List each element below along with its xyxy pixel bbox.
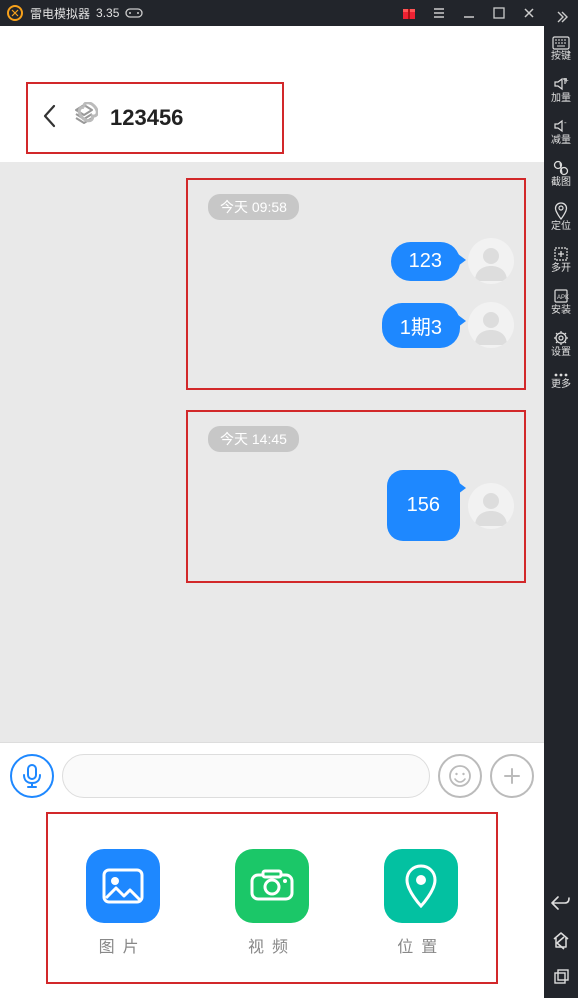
chat-inputbar <box>0 742 544 808</box>
chat-body[interactable]: 今天 09:58 123 1期3 今天 14:45 156 <box>0 162 544 742</box>
annotation-message-group-1: 今天 09:58 123 1期3 <box>186 178 526 390</box>
close-icon[interactable] <box>520 4 538 22</box>
emulator-sidebar: 按键 + 加量 - 减量 截图 定位 多开 APK 安装 设置 更多 <box>544 0 578 998</box>
contact-avatar-icon <box>70 102 98 135</box>
annotation-message-group-2: 今天 14:45 156 <box>186 410 526 583</box>
maximize-icon[interactable] <box>490 4 508 22</box>
attach-location-button[interactable]: 位置 <box>384 849 458 957</box>
sidebar-item-volumeup[interactable]: + 加量 <box>544 68 578 110</box>
message-row: 156 <box>198 470 514 541</box>
android-home-button[interactable] <box>552 932 570 953</box>
avatar[interactable] <box>468 238 514 284</box>
sidebar-item-label: 多开 <box>551 264 571 274</box>
emulator-titlebar: 雷电模拟器 3.35 <box>0 0 544 26</box>
attach-video-button[interactable]: 视频 <box>235 849 309 957</box>
attachment-panel: 图片 视频 位置 <box>0 808 544 998</box>
sidebar-item-keymap[interactable]: 按键 <box>544 28 578 68</box>
svg-text:APK: APK <box>557 295 569 301</box>
message-row: 1期3 <box>198 302 514 348</box>
sidebar-collapse-button[interactable] <box>544 6 578 28</box>
back-button[interactable] <box>42 103 58 134</box>
sidebar-item-label: 按键 <box>551 52 571 62</box>
chat-title: 123456 <box>110 105 183 131</box>
message-input[interactable] <box>62 754 430 798</box>
video-icon <box>235 849 309 923</box>
sidebar-item-label: 加量 <box>551 94 571 104</box>
menu-icon[interactable] <box>430 4 448 22</box>
sidebar-item-location[interactable]: 定位 <box>544 194 578 238</box>
sidebar-item-label: 截图 <box>551 178 571 188</box>
sidebar-item-screenshot[interactable]: 截图 <box>544 152 578 194</box>
android-recents-button[interactable] <box>553 969 569 990</box>
gamepad-icon[interactable] <box>125 4 143 22</box>
app-viewport: 123456 今天 09:58 123 1期3 今天 14:45 156 <box>0 26 544 998</box>
minimize-icon[interactable] <box>460 4 478 22</box>
avatar[interactable] <box>468 483 514 529</box>
timestamp: 今天 09:58 <box>208 194 299 220</box>
gift-icon[interactable] <box>400 4 418 22</box>
sidebar-item-label: 安装 <box>551 306 571 316</box>
svg-text:-: - <box>564 118 567 127</box>
message-bubble[interactable]: 123 <box>391 242 460 281</box>
sidebar-item-label: 设置 <box>551 348 571 358</box>
app-logo-icon <box>6 4 24 22</box>
chat-header: 123456 <box>0 26 544 162</box>
annotation-header-box: 123456 <box>26 82 284 154</box>
sidebar-item-label: 减量 <box>551 136 571 146</box>
attach-label: 图片 <box>99 933 147 957</box>
android-back-button[interactable] <box>551 895 571 916</box>
location-icon <box>384 849 458 923</box>
voice-button[interactable] <box>10 754 54 798</box>
emoji-button[interactable] <box>438 754 482 798</box>
sidebar-item-multi[interactable]: 多开 <box>544 238 578 280</box>
message-bubble[interactable]: 1期3 <box>382 303 460 348</box>
emulator-title: 雷电模拟器 <box>30 5 90 22</box>
sidebar-item-more[interactable]: 更多 <box>544 364 578 396</box>
timestamp: 今天 14:45 <box>208 426 299 452</box>
sidebar-item-settings[interactable]: 设置 <box>544 322 578 364</box>
attach-label: 位置 <box>397 933 445 957</box>
attach-label: 视频 <box>248 933 296 957</box>
sidebar-item-label: 更多 <box>551 380 571 390</box>
avatar[interactable] <box>468 302 514 348</box>
plus-button[interactable] <box>490 754 534 798</box>
sidebar-item-install[interactable]: APK 安装 <box>544 280 578 322</box>
message-bubble[interactable]: 156 <box>387 470 460 541</box>
emulator-version: 3.35 <box>96 6 119 20</box>
sidebar-item-volumedown[interactable]: - 减量 <box>544 110 578 152</box>
attach-image-button[interactable]: 图片 <box>86 849 160 957</box>
message-row: 123 <box>198 238 514 284</box>
sidebar-item-label: 定位 <box>551 222 571 232</box>
image-icon <box>86 849 160 923</box>
annotation-attachment-box: 图片 视频 位置 <box>46 812 498 984</box>
svg-text:+: + <box>564 76 569 85</box>
